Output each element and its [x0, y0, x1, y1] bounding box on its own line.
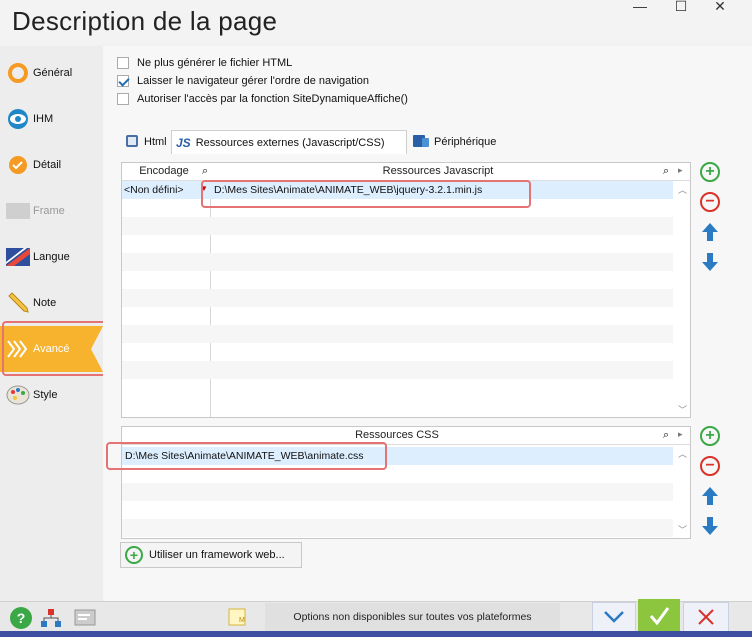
svg-text:M: M: [239, 617, 245, 624]
add-css-button[interactable]: +: [700, 426, 720, 446]
sidebar-item-detail[interactable]: Détail: [0, 142, 103, 188]
palette-icon: [6, 383, 30, 407]
button-label: Utiliser un framework web...: [149, 549, 285, 561]
tab-label: Ressources externes (Javascript/CSS): [195, 136, 385, 149]
orange-circle-icon: [6, 61, 30, 85]
frame-icon: [6, 199, 30, 223]
option-label: Ne plus générer le fichier HTML: [137, 57, 293, 69]
platform-note: Options non disponibles sur toutes vos p…: [265, 603, 560, 631]
highlight-css-path: [106, 442, 387, 470]
tab-label: Périphérique: [434, 136, 497, 148]
vertical-scrollbar[interactable]: ︿ ﹀: [674, 181, 690, 417]
search-icon[interactable]: ⌕: [663, 429, 669, 442]
sidebar-item-label: IHM: [33, 113, 54, 125]
tab-label: Html: [144, 136, 167, 148]
sidebar-item-note[interactable]: Note: [0, 280, 103, 326]
html-icon: [125, 134, 139, 151]
option-no-html[interactable]: Ne plus générer le fichier HTML: [117, 57, 292, 69]
move-down-js-button[interactable]: [700, 251, 720, 273]
sidebar-item-langue[interactable]: Langue: [0, 234, 103, 280]
sidebar-item-style[interactable]: Style: [0, 372, 103, 418]
use-framework-button[interactable]: + Utiliser un framework web...: [120, 542, 302, 568]
chevron-down-icon[interactable]: ﹀: [678, 403, 687, 416]
close-button[interactable]: ✕: [700, 0, 740, 14]
chevron-up-icon[interactable]: ︿: [678, 183, 687, 196]
chevron-right-icon[interactable]: ▸: [678, 165, 683, 176]
more-options-button[interactable]: [592, 602, 636, 632]
col-encoding: Encodage: [139, 165, 189, 177]
sidebar-item-label: Détail: [33, 159, 62, 171]
ok-button[interactable]: [638, 599, 680, 633]
option-nav-order[interactable]: Laisser le navigateur gérer l'ordre de n…: [117, 75, 369, 87]
no-html-checkbox[interactable]: [117, 57, 129, 69]
orange-check-circle-icon: [6, 153, 30, 177]
window-title: Description de la page: [12, 6, 278, 36]
form-icon[interactable]: [74, 608, 96, 633]
tab-device[interactable]: Périphérique: [409, 130, 500, 154]
main-panel: Ne plus générer le fichier HTML Laisser …: [103, 46, 752, 601]
flag-icon: [6, 245, 30, 269]
site-access-checkbox[interactable]: [117, 93, 129, 105]
tab-html[interactable]: Html: [121, 130, 171, 154]
sidebar-item-general[interactable]: Général: [0, 50, 103, 96]
tree-icon[interactable]: [40, 607, 62, 634]
sidebar-item-frame[interactable]: Frame: [0, 188, 103, 234]
sidebar-item-label: Note: [33, 297, 57, 309]
chevron-down-icon[interactable]: ﹀: [678, 523, 687, 536]
option-site-access[interactable]: Autoriser l'accès par la fonction SiteDy…: [117, 93, 408, 105]
pencil-icon: [6, 291, 30, 315]
search-icon[interactable]: ⌕: [663, 165, 669, 178]
maximize-button[interactable]: ☐: [661, 0, 701, 14]
option-label: Autoriser l'accès par la fonction SiteDy…: [137, 93, 408, 105]
vertical-scrollbar[interactable]: ︿ ﹀: [674, 445, 690, 538]
highlight-js-path: [201, 180, 531, 208]
add-icon: +: [125, 546, 143, 564]
row-encoding[interactable]: <Non défini>: [124, 184, 184, 196]
chevron-up-icon[interactable]: ︿: [678, 447, 687, 460]
move-down-css-button[interactable]: [700, 515, 720, 537]
col-css-resources: Ressources CSS: [355, 429, 439, 441]
help-button[interactable]: ?: [10, 607, 32, 629]
bottom-strip: [0, 631, 752, 637]
option-label: Laisser le navigateur gérer l'ordre de n…: [137, 75, 370, 87]
add-js-button[interactable]: +: [700, 162, 720, 182]
move-up-css-button[interactable]: [700, 485, 720, 507]
remove-js-button[interactable]: −: [700, 192, 720, 212]
note-icon[interactable]: M: [227, 607, 247, 632]
table-header: Encodage ⌕ Ressources Javascript ⌕ ▸: [122, 163, 690, 181]
search-icon[interactable]: ⌕: [202, 165, 208, 178]
minimize-button[interactable]: —: [620, 0, 660, 14]
sidebar-item-label: Style: [33, 389, 58, 401]
tab-external-resources[interactable]: JS Ressources externes (Javascript/CSS): [171, 130, 407, 154]
sidebar-item-label: Général: [33, 67, 73, 79]
title-bar: Description de la page — ☐ ✕: [0, 0, 752, 44]
remove-css-button[interactable]: −: [700, 456, 720, 476]
sidebar-item-label: Langue: [33, 251, 70, 263]
sidebar-item-ihm[interactable]: IHM: [0, 96, 103, 142]
move-up-js-button[interactable]: [700, 221, 720, 243]
nav-order-checkbox[interactable]: [117, 75, 129, 87]
chevron-right-icon[interactable]: ▸: [678, 429, 683, 440]
sidebar-item-label: Frame: [33, 205, 65, 217]
eye-icon: [6, 107, 30, 131]
device-icon: [413, 134, 429, 151]
col-js-resources: Ressources Javascript: [382, 165, 494, 177]
js-icon: JS: [176, 135, 191, 150]
cancel-button[interactable]: [683, 602, 729, 632]
